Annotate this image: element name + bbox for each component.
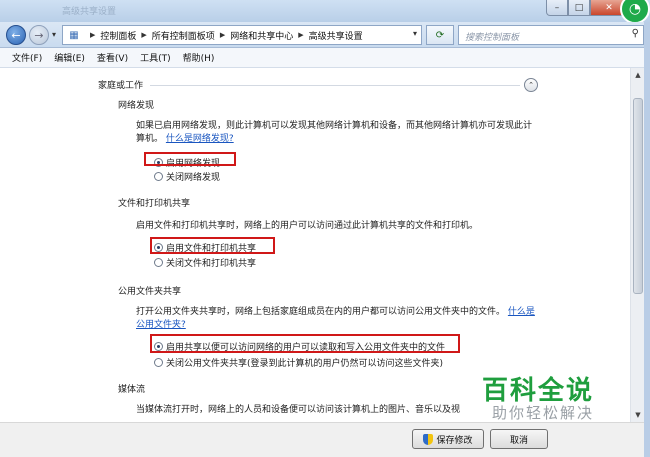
scroll-up-icon[interactable]: ▲	[631, 68, 645, 82]
forward-button[interactable]: →	[29, 25, 49, 45]
breadcrumb: ▶ 控制面板 ▶ 所有控制面板项 ▶ 网络和共享中心 ▶ 高级共享设置	[85, 29, 363, 42]
control-panel-icon: ▦	[69, 29, 79, 41]
refresh-button[interactable]: ⟳	[426, 25, 454, 45]
maximize-button[interactable]: □	[568, 0, 590, 16]
public-folder-title: 公用文件夹共享	[118, 287, 182, 297]
menu-bar: 文件(F) 编辑(E) 查看(V) 工具(T) 帮助(H)	[0, 48, 650, 68]
network-discovery-desc: 如果已启用网络发现，则此计算机可以发现其他网络计算机和设备，而其他网络计算机亦可…	[136, 120, 536, 146]
menu-edit[interactable]: 编辑(E)	[54, 51, 85, 64]
breadcrumb-separator-icon[interactable]: ▶	[220, 31, 225, 39]
network-discovery-title: 网络发现	[118, 101, 155, 111]
search-placeholder: 搜索控制面板	[465, 33, 520, 43]
scroll-thumb[interactable]	[633, 98, 643, 294]
highlight-box	[150, 334, 460, 353]
save-label: 保存修改	[436, 435, 473, 446]
caption-buttons: – □ ✕	[546, 0, 628, 16]
radio-disable-network-discovery[interactable]: 关闭网络发现	[154, 170, 220, 183]
network-discovery-help-link[interactable]: 什么是网络发现?	[166, 134, 234, 144]
breadcrumb-separator-icon[interactable]: ▶	[141, 31, 146, 39]
vertical-scrollbar[interactable]: ▲ ▼	[630, 68, 644, 422]
title-bar: 高级共享设置 – □ ✕ ◔	[0, 0, 650, 24]
divider	[150, 85, 520, 86]
back-button[interactable]: ←	[6, 25, 26, 45]
radio-disable-file-sharing[interactable]: 关闭文件和打印机共享	[154, 256, 256, 269]
footer-bar: 保存修改 取消	[0, 422, 644, 457]
collapse-chevron-icon[interactable]: ⌃	[524, 78, 538, 92]
uac-shield-icon	[423, 433, 434, 445]
watermark-subtitle: 助你轻松解决	[492, 404, 595, 422]
radio-unselected-icon[interactable]	[154, 258, 163, 267]
save-changes-button[interactable]: 保存修改	[412, 429, 484, 449]
window-border	[644, 22, 650, 457]
search-icon[interactable]: ⚲	[632, 28, 639, 39]
public-folder-desc: 打开公用文件夹共享时，网络上包括家庭组成员在内的用户都可以访问公用文件夹中的文件…	[136, 306, 536, 332]
breadcrumb-item[interactable]: 控制面板	[100, 29, 136, 42]
file-printer-desc: 启用文件和打印机共享时，网络上的用户可以访问通过此计算机共享的文件和打印机。	[136, 221, 479, 231]
address-bar[interactable]: ▦ ▶ 控制面板 ▶ 所有控制面板项 ▶ 网络和共享中心 ▶ 高级共享设置 ▾	[62, 25, 422, 45]
address-row: ← → ▾ ▦ ▶ 控制面板 ▶ 所有控制面板项 ▶ 网络和共享中心 ▶ 高级共…	[0, 22, 650, 48]
menu-view[interactable]: 查看(V)	[97, 51, 128, 64]
window-title: 高级共享设置	[62, 7, 117, 17]
scroll-down-icon[interactable]: ▼	[631, 408, 645, 422]
minimize-button[interactable]: –	[546, 0, 568, 16]
menu-file[interactable]: 文件(F)	[12, 51, 42, 64]
history-dropdown-icon[interactable]: ▾	[52, 30, 56, 39]
option-label: 关闭公用文件夹共享(登录到此计算机的用户仍然可以访问这些文件夹)	[166, 359, 444, 369]
search-input[interactable]: 搜索控制面板 ⚲	[458, 25, 644, 45]
menu-help[interactable]: 帮助(H)	[183, 51, 215, 64]
profile-header: 家庭或工作	[98, 81, 144, 91]
breadcrumb-separator-icon[interactable]: ▶	[298, 31, 303, 39]
breadcrumb-separator-icon[interactable]: ▶	[90, 31, 95, 39]
option-label: 关闭文件和打印机共享	[166, 259, 257, 269]
highlight-box	[150, 237, 275, 254]
breadcrumb-item[interactable]: 高级共享设置	[309, 29, 363, 42]
address-dropdown-icon[interactable]: ▾	[413, 29, 417, 38]
media-desc: 当媒体流打开时，网络上的人员和设备便可以访问该计算机上的图片、音乐以及视	[136, 405, 461, 415]
file-printer-title: 文件和打印机共享	[118, 199, 191, 209]
cancel-button[interactable]: 取消	[490, 429, 548, 449]
cancel-label: 取消	[509, 435, 528, 446]
public-folder-text: 打开公用文件夹共享时，网络上包括家庭组成员在内的用户都可以访问公用文件夹中的文件…	[136, 307, 506, 317]
radio-unselected-icon[interactable]	[154, 358, 163, 367]
radio-unselected-icon[interactable]	[154, 172, 163, 181]
option-label: 关闭网络发现	[166, 173, 221, 183]
media-title: 媒体流	[118, 385, 146, 395]
highlight-box	[144, 152, 236, 166]
menu-tools[interactable]: 工具(T)	[140, 51, 171, 64]
breadcrumb-item[interactable]: 所有控制面板项	[152, 29, 215, 42]
breadcrumb-item[interactable]: 网络和共享中心	[230, 29, 293, 42]
app-badge-icon: ◔	[620, 0, 650, 24]
radio-disable-public-sharing[interactable]: 关闭公用文件夹共享(登录到此计算机的用户仍然可以访问这些文件夹)	[154, 356, 443, 369]
